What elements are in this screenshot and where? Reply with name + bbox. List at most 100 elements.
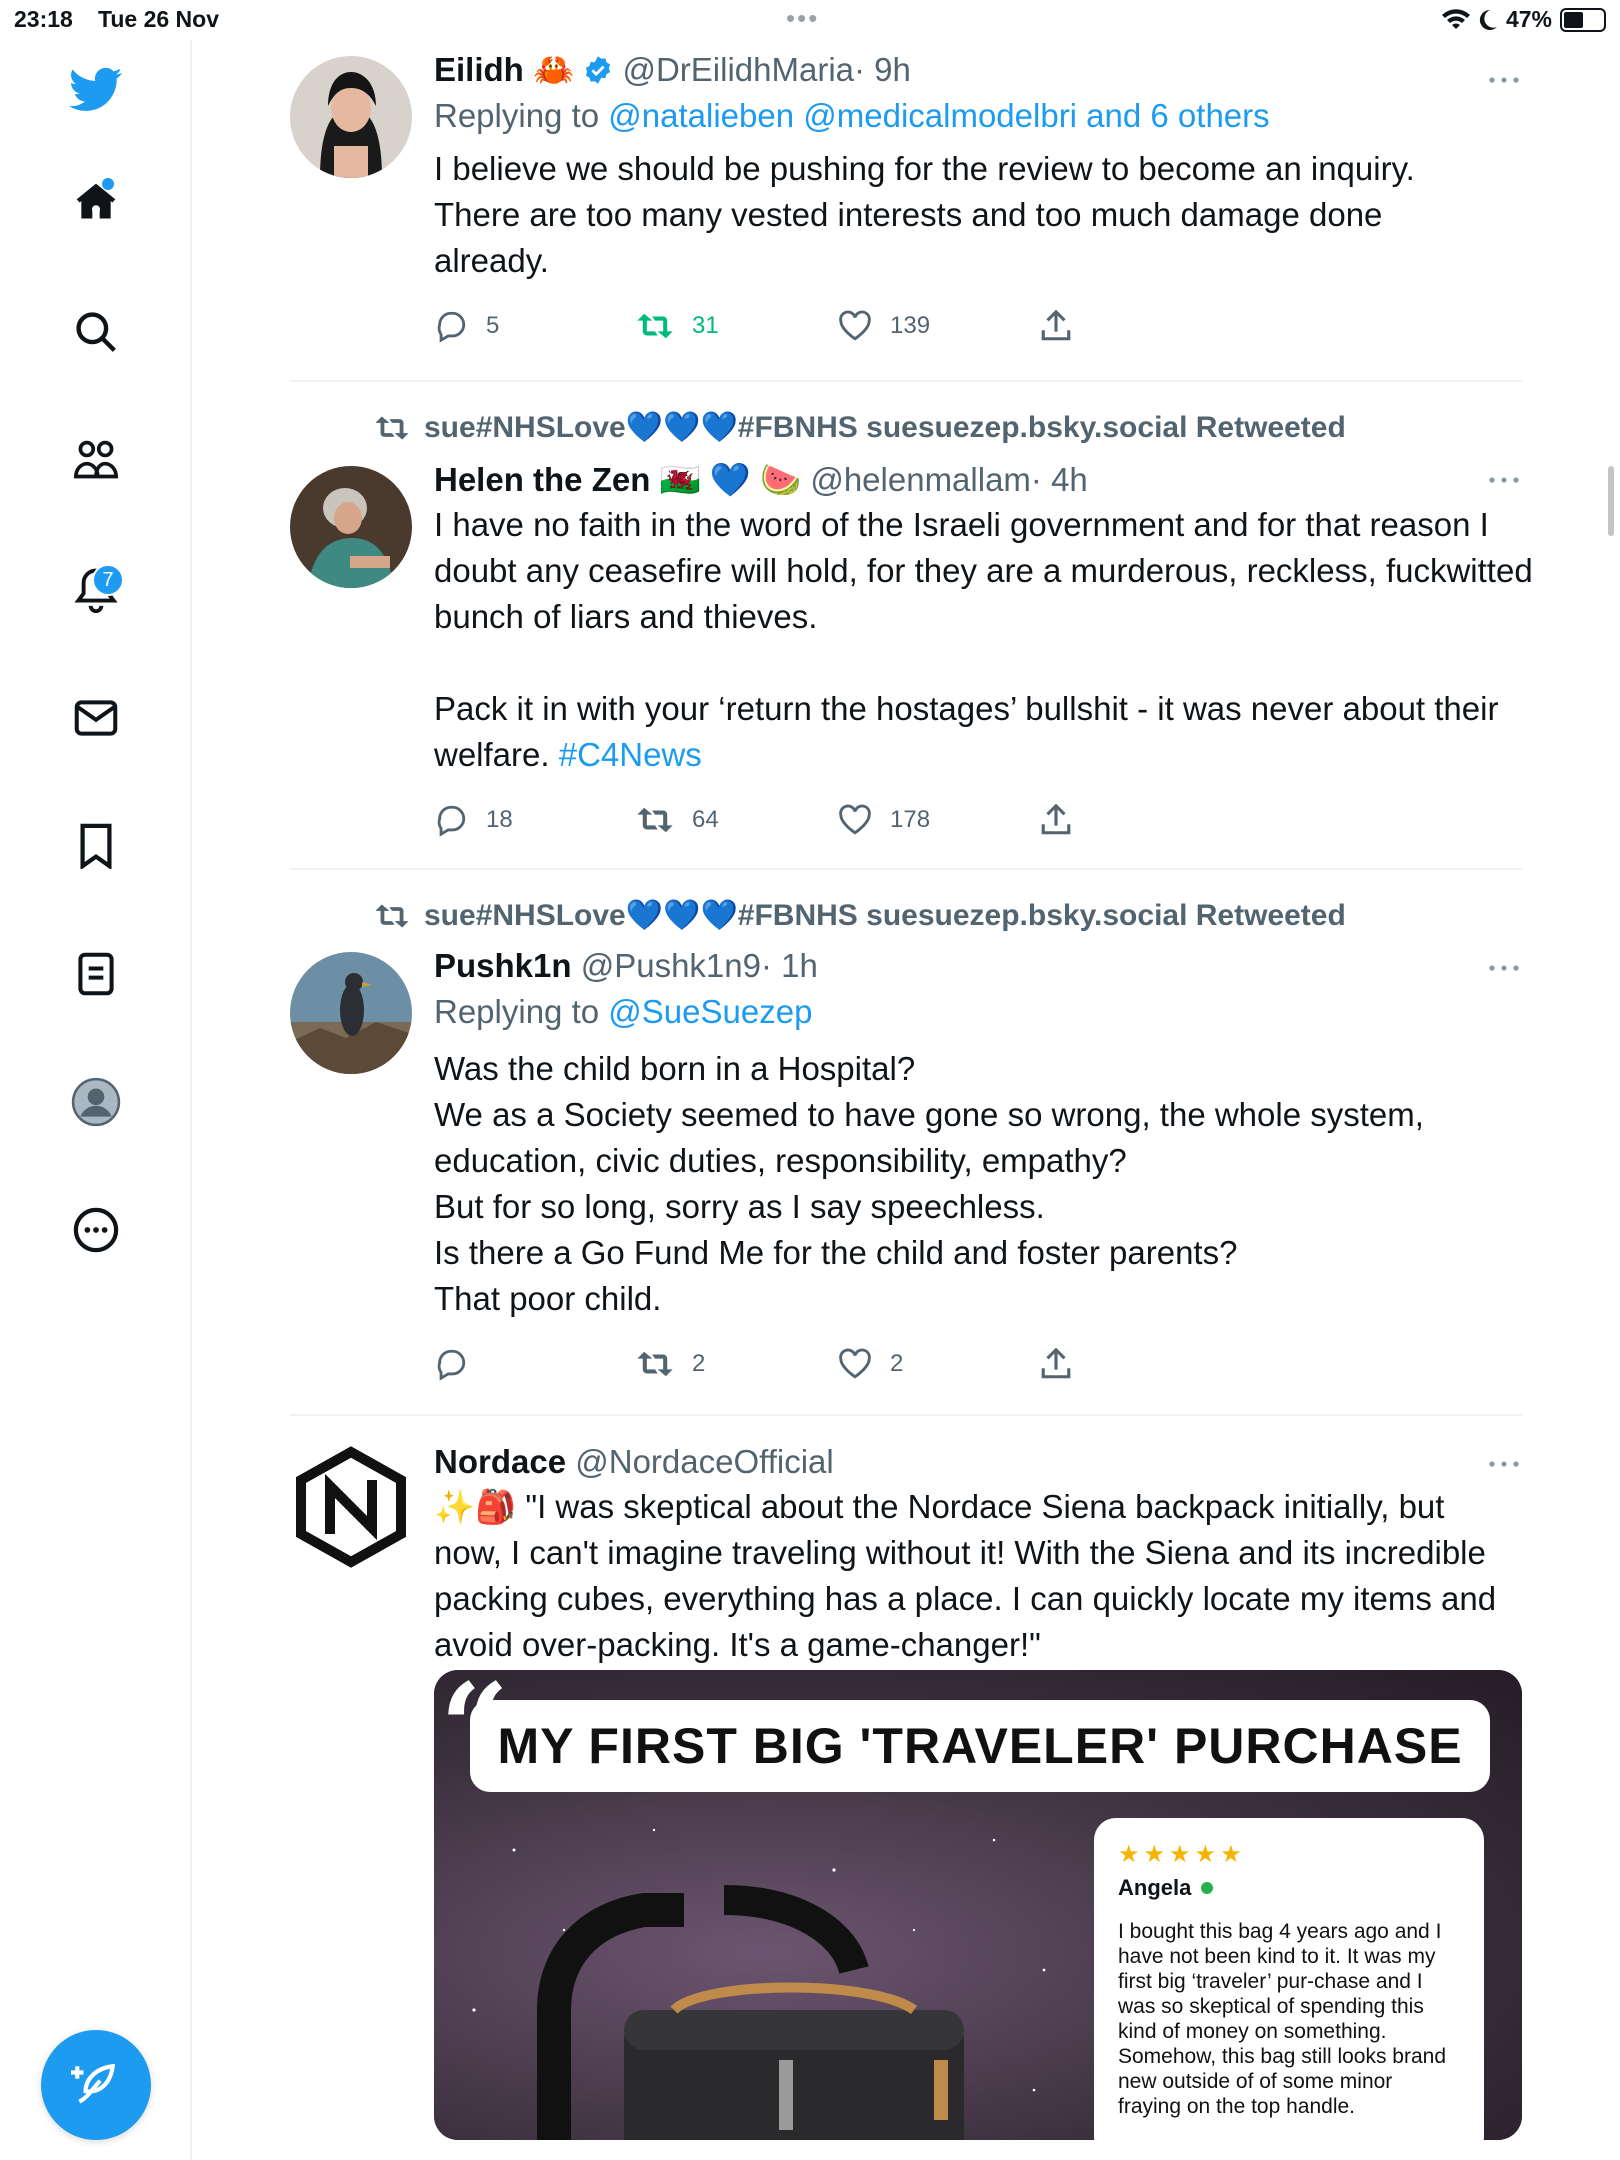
tweet[interactable]: sue#NHSLove💙💙💙#FBNHS suesuezep.bsky.soci… xyxy=(290,382,1533,870)
share-icon xyxy=(1041,803,1071,835)
bookmark-icon[interactable] xyxy=(66,816,126,876)
author-name[interactable]: Pushk1n xyxy=(434,947,572,984)
tweet-time: · 9h xyxy=(854,51,911,88)
retweet-count: 31 xyxy=(692,312,719,339)
reply-button[interactable]: 5 xyxy=(434,309,636,343)
verified-badge-icon xyxy=(586,56,611,84)
more-options-icon[interactable] xyxy=(66,1200,126,1260)
reply-icon xyxy=(437,311,466,343)
retweet-icon xyxy=(637,1351,673,1377)
retweet-small-icon xyxy=(375,416,409,439)
avatar[interactable] xyxy=(290,56,412,178)
reply-icon xyxy=(437,1349,466,1381)
replying-prefix: Replying to xyxy=(434,97,600,134)
sidebar: 7 xyxy=(0,40,192,2160)
scrollbar[interactable] xyxy=(1608,466,1614,536)
tweet-actions: 18 64 178 xyxy=(434,790,1522,850)
tweet-more-icon[interactable] xyxy=(1486,1454,1522,1474)
battery-percent: 47% xyxy=(1505,6,1552,32)
tweet[interactable]: sue#NHSLove💙💙💙#FBNHS suesuezep.bsky.soci… xyxy=(290,870,1522,1416)
tweet-text: ✨🎒 "I was skeptical about the Nordace Si… xyxy=(434,1484,1504,1668)
ad-title-box: MY FIRST BIG 'TRAVELER' PURCHASE xyxy=(470,1700,1490,1792)
heart-icon xyxy=(839,310,871,341)
retweet-button[interactable]: 2 xyxy=(636,1349,838,1379)
verified-buyer-icon xyxy=(1201,1882,1214,1894)
like-button[interactable]: 139 xyxy=(838,310,1040,342)
tweet-more-icon[interactable] xyxy=(1486,958,1522,978)
ad-title: MY FIRST BIG 'TRAVELER' PURCHASE xyxy=(497,1718,1463,1774)
search-icon[interactable] xyxy=(66,302,126,362)
status-time: 23:18 xyxy=(14,6,73,32)
retweeted-by[interactable]: sue#NHSLove💙💙💙#FBNHS suesuezep.bsky.soci… xyxy=(374,898,1346,933)
author-handle[interactable]: @DrEilidhMaria xyxy=(622,51,854,88)
author-name[interactable]: Eilidh xyxy=(434,51,524,88)
heart-icon xyxy=(839,1348,871,1379)
tweet-more-icon[interactable] xyxy=(1486,470,1522,490)
author-handle[interactable]: @NordaceOfficial xyxy=(575,1443,834,1480)
tweet-header: Helen the Zen 🏴󠁧󠁢󠁷󠁬󠁳󠁿 💙 🍉 @helenmallam· … xyxy=(434,458,1522,502)
replying-to-users[interactable]: @SueSuezep xyxy=(608,993,812,1030)
reviewer-name: Angela xyxy=(1118,1875,1192,1900)
replying-to: Replying to @SueSuezep xyxy=(434,988,1522,1036)
twitter-logo-icon[interactable] xyxy=(66,60,126,120)
multitask-dots-icon[interactable]: ••• xyxy=(786,5,819,31)
promoted-tweet[interactable]: Nordace @NordaceOfficial ✨🎒 "I was skept… xyxy=(290,1416,1522,2160)
tweet-more-icon[interactable] xyxy=(1486,70,1522,90)
review-text: I bought this bag 4 years ago and I have… xyxy=(1118,1920,1447,2118)
tweet-text-body: "I was skeptical about the Nordace Siena… xyxy=(434,1488,1506,1663)
retweet-button[interactable]: 64 xyxy=(636,805,838,835)
like-count: 139 xyxy=(890,312,931,339)
notifications-bell-icon[interactable]: 7 xyxy=(66,560,126,620)
reply-button[interactable]: 18 xyxy=(434,803,636,837)
tweet[interactable]: Eilidh 🦀 @DrEilidhMaria· 9h Replying to … xyxy=(290,40,1522,382)
compose-feather-icon xyxy=(71,2063,116,2104)
author-name-emoji: 🦀 xyxy=(533,51,575,88)
share-icon xyxy=(1041,1347,1071,1379)
like-count: 2 xyxy=(890,1350,904,1377)
home-icon[interactable] xyxy=(66,172,126,232)
like-count: 178 xyxy=(890,806,931,833)
author-name-emoji: 🏴󠁧󠁢󠁷󠁬󠁳󠁿 💙 🍉 xyxy=(659,461,802,498)
author-handle[interactable]: @helenmallam xyxy=(810,461,1031,498)
ad-quote-mark: “ xyxy=(440,1670,510,1798)
profile-avatar-icon[interactable] xyxy=(66,1072,126,1132)
lists-icon[interactable] xyxy=(66,944,126,1004)
retweet-icon xyxy=(637,313,673,339)
tweet-text: I believe we should be pushing for the r… xyxy=(434,150,1424,279)
compose-tweet-button[interactable] xyxy=(41,2030,151,2140)
notifications-badge: 7 xyxy=(92,564,124,596)
retweeted-by[interactable]: sue#NHSLove💙💙💙#FBNHS suesuezep.bsky.soci… xyxy=(374,410,1346,445)
retweet-small-icon xyxy=(375,904,409,927)
like-button[interactable]: 2 xyxy=(838,1348,1040,1380)
retweet-button[interactable]: 31 xyxy=(636,311,838,341)
share-button[interactable] xyxy=(1040,1347,1242,1381)
tweet-time: · 1h xyxy=(761,947,818,984)
ad-image[interactable]: MY FIRST BIG 'TRAVELER' PURCHASE “ ★★★★★… xyxy=(434,1670,1522,2140)
replying-to-users[interactable]: @natalieben @medicalmodelbri and 6 other… xyxy=(608,97,1269,134)
reply-count: 18 xyxy=(486,806,513,833)
author-handle[interactable]: @Pushk1n9 xyxy=(581,947,761,984)
tweet-text: Was the child born in a Hospital? We as … xyxy=(434,1050,1424,1317)
communities-icon[interactable] xyxy=(66,430,126,490)
replying-prefix: Replying to xyxy=(434,993,600,1030)
retweet-icon xyxy=(637,807,673,833)
reviewer: Angela xyxy=(1118,1875,1460,1901)
like-button[interactable]: 178 xyxy=(838,804,1040,836)
tweet-text: I have no faith in the word of the Israe… xyxy=(434,502,1534,778)
moon-icon xyxy=(1479,9,1497,30)
avatar[interactable] xyxy=(290,952,412,1074)
author-name[interactable]: Helen the Zen xyxy=(434,461,650,498)
status-date: Tue 26 Nov xyxy=(98,6,219,32)
status-bar: 23:18 Tue 26 Nov ••• 47% xyxy=(0,0,1620,40)
avatar[interactable] xyxy=(290,1446,412,1568)
avatar[interactable] xyxy=(290,466,412,588)
author-name[interactable]: Nordace xyxy=(434,1443,566,1480)
messages-envelope-icon[interactable] xyxy=(66,688,126,748)
hashtag-link[interactable]: #C4News xyxy=(559,736,702,773)
tweet-header: Eilidh 🦀 @DrEilidhMaria· 9h xyxy=(434,48,1522,92)
wifi-icon xyxy=(1441,8,1470,29)
tweet-time: · 4h xyxy=(1030,461,1088,498)
share-button[interactable] xyxy=(1040,803,1242,837)
share-button[interactable] xyxy=(1040,309,1242,343)
reply-button[interactable] xyxy=(434,1347,636,1381)
